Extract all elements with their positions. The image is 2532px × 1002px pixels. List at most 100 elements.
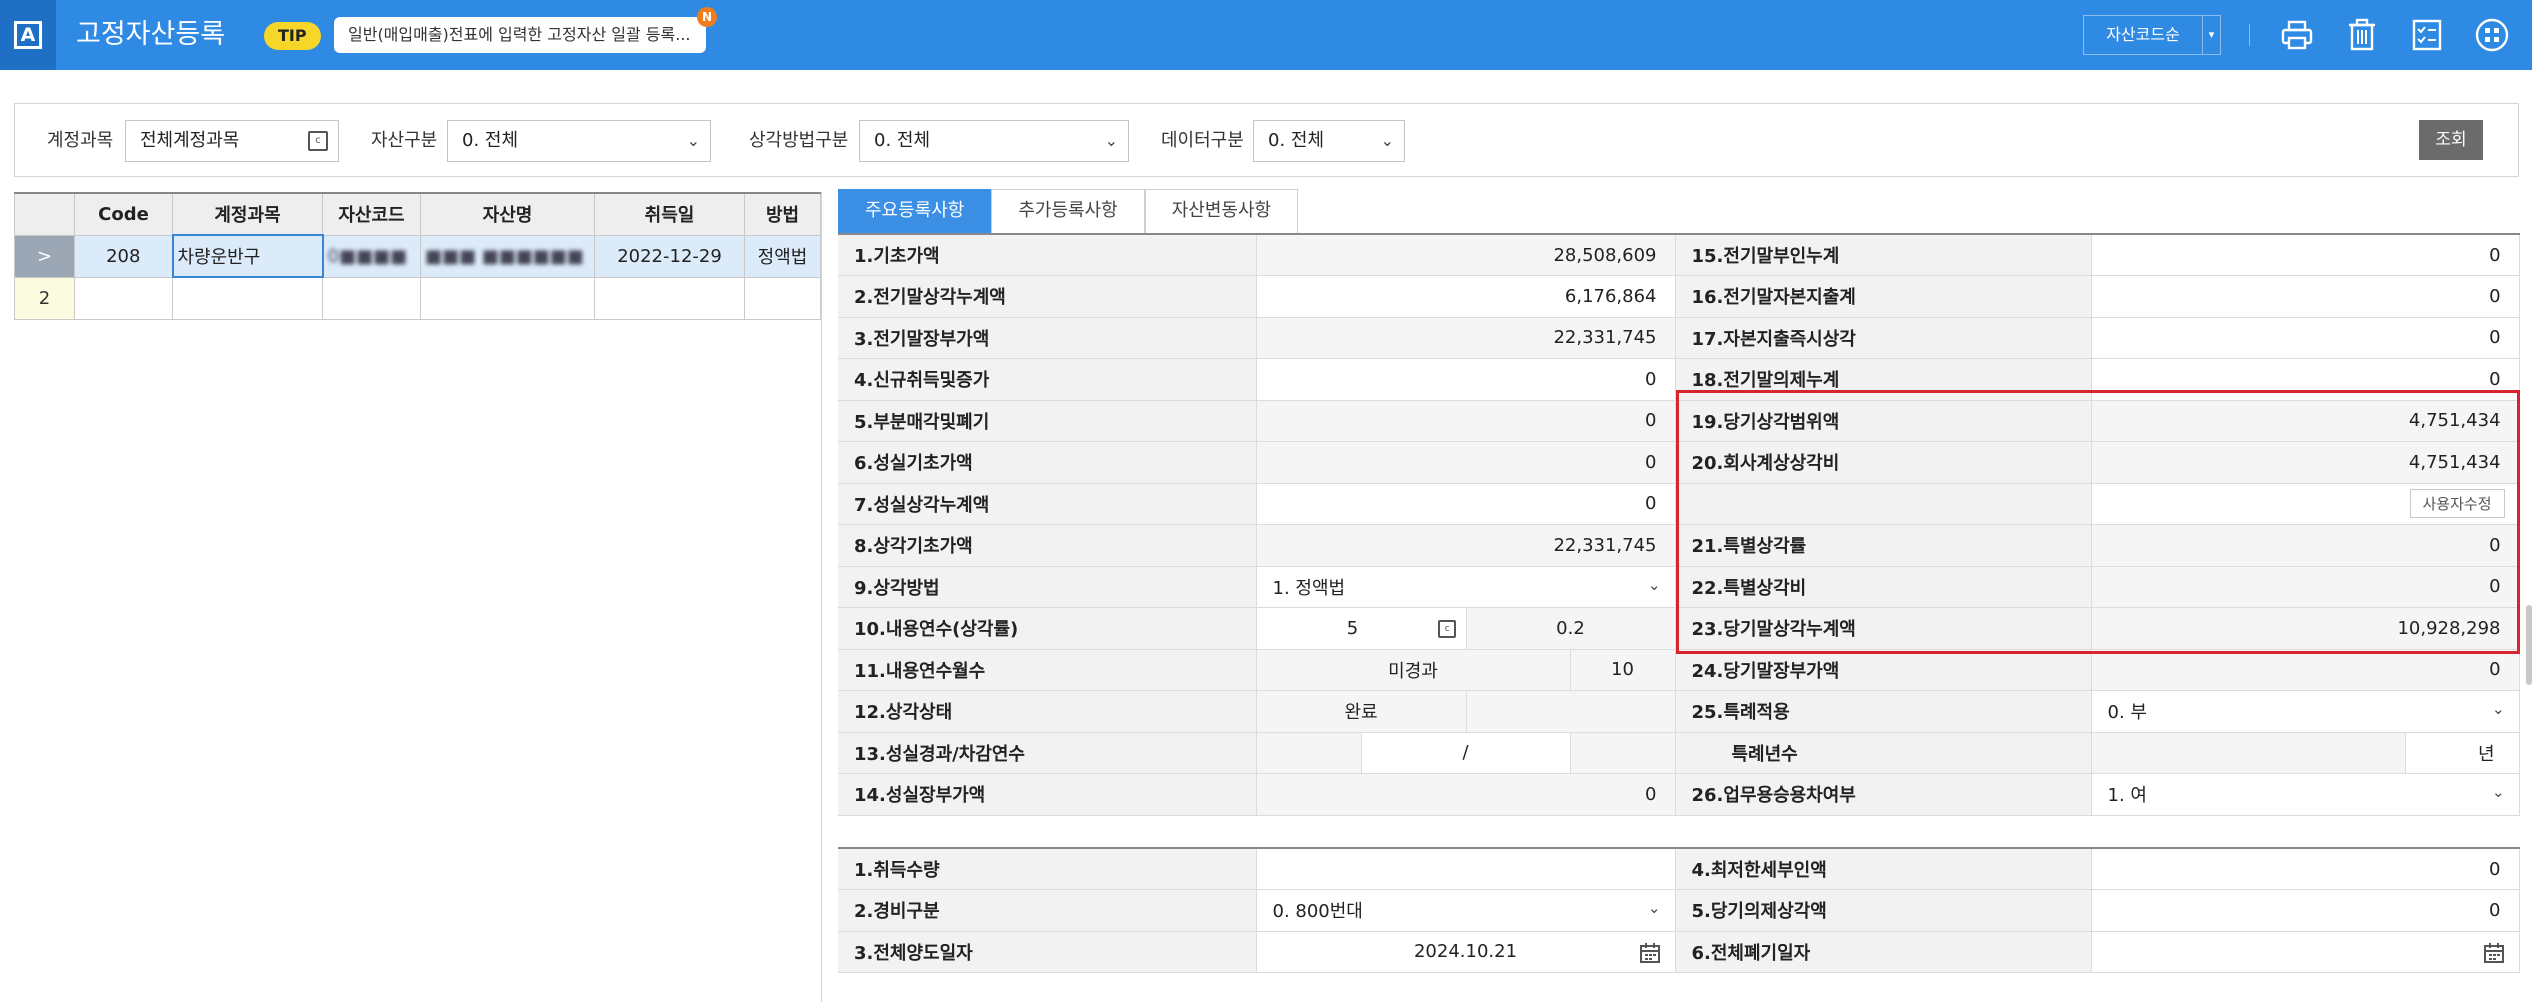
field-label-empty xyxy=(1675,483,2092,525)
field-label: 11.내용연수월수 xyxy=(838,649,1257,691)
useful-life-months-field: 10 xyxy=(1570,649,1676,691)
field-label: 1.기초가액 xyxy=(838,234,1257,276)
column-header-method[interactable]: 방법 xyxy=(744,192,821,236)
depreciation-status-field: 완료 xyxy=(1256,690,1467,733)
cell-asset-name[interactable]: ■■■ ■■■■■■ xyxy=(420,234,595,278)
tab-additional-info[interactable]: 추가등록사항 xyxy=(991,189,1145,233)
detail-row: 1.취득수량 4.최저한세부인액 0 xyxy=(838,848,2520,890)
column-header-code[interactable]: Code xyxy=(74,192,173,236)
cell-account[interactable] xyxy=(172,276,323,320)
prior-deemed-accumulated-field[interactable]: 0 xyxy=(2091,358,2520,401)
detail-row: 5.부분매각및폐기 0 19.당기상각범위액 4,751,434 xyxy=(838,400,2520,442)
chevron-down-icon: ⌄ xyxy=(2491,700,2505,718)
cell-account[interactable]: 차량운반구 xyxy=(171,234,324,278)
cell-method[interactable]: 정액법 xyxy=(744,234,821,278)
full-transfer-date-field[interactable]: 2024.10.21 xyxy=(1256,931,1676,973)
data-type-label: 데이터구분 xyxy=(1161,130,1244,151)
asset-list-header: Code 계정과목 자산코드 자산명 취득일 방법 xyxy=(14,192,821,236)
new-acquisition-field[interactable]: 0 xyxy=(1256,358,1676,401)
table-row-new[interactable]: 2 xyxy=(14,276,821,320)
sort-dropdown-chevron-icon[interactable]: ▾ xyxy=(2203,15,2221,55)
sort-order-button[interactable]: 자산코드순 xyxy=(2083,15,2203,55)
row-number[interactable]: 2 xyxy=(14,276,75,320)
account-filter-input[interactable]: 전체계정과목 c xyxy=(125,120,339,162)
column-header-asset-code[interactable]: 자산코드 xyxy=(322,192,421,236)
useful-life-value: 5 xyxy=(1346,617,1359,639)
detail-row: 11.내용연수월수 미경과 10 24.당기말장부가액 0 xyxy=(838,649,2520,691)
chevron-down-icon: ⌄ xyxy=(1647,899,1661,917)
asset-list-table: Code 계정과목 자산코드 자산명 취득일 방법 > 208 차량운반구 0■… xyxy=(14,192,821,320)
field-label: 19.당기상각범위액 xyxy=(1675,400,2092,442)
cell-method[interactable] xyxy=(744,276,821,320)
data-type-select[interactable]: 0. 전체 ⌄ xyxy=(1253,120,1405,162)
sincere-accumulated-field[interactable]: 0 xyxy=(1256,483,1676,525)
row-selected-chevron-icon[interactable]: > xyxy=(14,234,75,278)
prior-disallowed-field[interactable]: 0 xyxy=(2091,234,2520,276)
field-label: 2.경비구분 xyxy=(838,889,1257,932)
partial-disposal-field: 0 xyxy=(1256,400,1676,442)
user-edit-button[interactable]: 사용자수정 xyxy=(2409,489,2505,519)
checklist-icon[interactable] xyxy=(2409,17,2445,53)
cell-code[interactable]: 208 xyxy=(74,234,173,278)
detail-row: 10.내용연수(상각률) 5 c 0.2 23.당기말상각누계액 10,928,… xyxy=(838,607,2520,650)
scrollbar-thumb[interactable] xyxy=(2526,605,2532,685)
search-button[interactable]: 조회 xyxy=(2419,120,2483,160)
method-filter-select[interactable]: 0. 전체 ⌄ xyxy=(859,120,1129,162)
calendar-icon[interactable] xyxy=(2483,942,2505,964)
depreciation-method-select[interactable]: 1. 정액법 ⌄ xyxy=(1256,566,1676,608)
base-amount-field[interactable]: 28,508,609 xyxy=(1256,234,1676,276)
field-label: 20.회사계상상각비 xyxy=(1675,441,2092,484)
business-car-select[interactable]: 1. 여 ⌄ xyxy=(2091,773,2520,816)
cell-code[interactable] xyxy=(74,276,173,320)
immediate-depreciation-field[interactable]: 0 xyxy=(2091,317,2520,359)
useful-life-field[interactable]: 5 c xyxy=(1256,607,1467,650)
full-disposal-date-field[interactable] xyxy=(2091,931,2520,973)
tip-badge[interactable]: TIP xyxy=(264,22,321,50)
tab-asset-changes[interactable]: 자산변동사항 xyxy=(1144,189,1299,233)
row-header-corner xyxy=(14,192,75,236)
table-row[interactable]: > 208 차량운반구 0■■■■ ■■■ ■■■■■■ 2022-12-29 … xyxy=(14,234,821,278)
detail-tabs: 주요등록사항 추가등록사항 자산변동사항 xyxy=(838,189,1299,233)
code-lookup-icon[interactable]: c xyxy=(308,131,328,151)
app-logo[interactable]: A xyxy=(0,0,56,70)
user-edit-cell: 사용자수정 xyxy=(2091,483,2520,525)
expense-type-select[interactable]: 0. 800번대 ⌄ xyxy=(1256,889,1676,932)
asset-type-value: 0. 전체 xyxy=(462,130,519,151)
method-filter-label: 상각방법구분 xyxy=(749,130,849,151)
special-years-unit[interactable]: 년 xyxy=(2405,732,2520,774)
field-label: 14.성실장부가액 xyxy=(838,773,1257,816)
column-header-account[interactable]: 계정과목 xyxy=(172,192,323,236)
app-logo-icon: A xyxy=(14,21,42,49)
cell-acquired-date[interactable]: 2022-12-29 xyxy=(594,234,745,278)
expense-type-value: 0. 800번대 xyxy=(1272,901,1363,923)
cell-asset-code[interactable]: 0■■■■ xyxy=(322,234,421,278)
print-icon[interactable] xyxy=(2279,17,2315,53)
cell-asset-name[interactable] xyxy=(420,276,595,320)
asset-type-label: 자산구분 xyxy=(371,130,438,151)
minimum-tax-disallowed-field[interactable]: 0 xyxy=(2091,848,2520,890)
sincere-elapsed-field[interactable]: / xyxy=(1361,732,1571,774)
trash-icon[interactable] xyxy=(2344,17,2380,53)
asset-type-select[interactable]: 0. 전체 ⌄ xyxy=(447,120,711,162)
cell-acquired-date[interactable] xyxy=(594,276,745,320)
field-label: 7.성실상각누계액 xyxy=(838,483,1257,525)
prior-accumulated-depreciation-field[interactable]: 6,176,864 xyxy=(1256,275,1676,318)
cell-asset-code[interactable] xyxy=(322,276,421,320)
chevron-down-icon: ⌄ xyxy=(1380,131,1394,150)
calendar-icon[interactable] xyxy=(1639,942,1661,964)
column-header-asset-name[interactable]: 자산명 xyxy=(420,192,595,236)
field-label: 12.상각상태 xyxy=(838,690,1257,733)
toolbar-divider xyxy=(2249,24,2250,46)
acquired-quantity-field[interactable] xyxy=(1256,848,1676,890)
special-application-value: 0. 부 xyxy=(2107,702,2147,724)
tab-main-info[interactable]: 주요등록사항 xyxy=(838,189,992,233)
grid-menu-icon[interactable] xyxy=(2474,17,2510,53)
current-deemed-depreciation-field[interactable]: 0 xyxy=(2091,889,2520,932)
column-header-acquired-date[interactable]: 취득일 xyxy=(594,192,745,236)
special-application-select[interactable]: 0. 부 ⌄ xyxy=(2091,690,2520,733)
full-transfer-date-value: 2024.10.21 xyxy=(1413,941,1518,963)
prior-capital-expenditure-field[interactable]: 0 xyxy=(2091,275,2520,318)
tip-message[interactable]: 일반(매입매출)전표에 입력한 고정자산 일괄 등록... xyxy=(334,17,706,53)
code-lookup-icon[interactable]: c xyxy=(1438,619,1457,638)
company-depreciation-field: 4,751,434 xyxy=(2091,441,2520,484)
